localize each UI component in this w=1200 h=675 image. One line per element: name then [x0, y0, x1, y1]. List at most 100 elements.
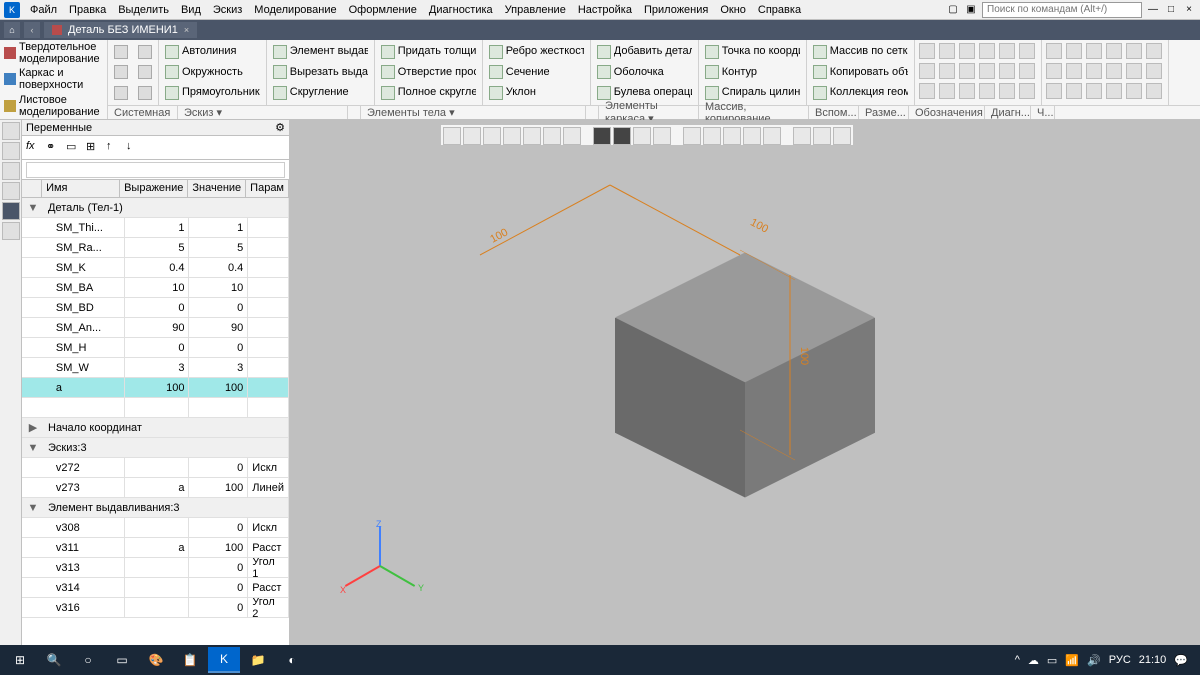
home-tab[interactable]: ⌂ [4, 22, 20, 38]
menu-item[interactable]: Управление [499, 2, 572, 18]
tab-close-icon[interactable]: × [184, 25, 189, 35]
ribbon-small-tool[interactable] [939, 43, 955, 59]
view-tool[interactable] [653, 127, 671, 145]
view-tool[interactable] [613, 127, 631, 145]
panel-gear-icon[interactable]: ⚙ [275, 121, 285, 134]
start-button[interactable]: ⊞ [4, 647, 36, 673]
view-tool[interactable] [833, 127, 851, 145]
ribbon-tool[interactable]: Контур [703, 62, 802, 82]
table-row[interactable]: v3160Угол 2 [22, 598, 289, 618]
table-group-row[interactable]: ▼Элемент выдавливания:3 [22, 498, 289, 518]
tray-notifications-icon[interactable]: 💬 [1174, 654, 1188, 667]
view-tool[interactable] [503, 127, 521, 145]
ribbon-small-tool[interactable] [1019, 63, 1035, 79]
ribbon-small-tool[interactable] [919, 63, 935, 79]
ribbon-icon-tool[interactable] [136, 42, 154, 62]
ribbon-group-label[interactable]: Элементы тела ▾ [361, 106, 586, 119]
ribbon-group-label[interactable] [348, 106, 361, 119]
ribbon-tool[interactable]: Скругление [271, 83, 370, 103]
ribbon-group-label[interactable] [586, 106, 599, 119]
ribbon-small-tool[interactable] [919, 43, 935, 59]
col-value[interactable]: Значение [188, 180, 246, 197]
ribbon-tool[interactable]: Вырезать выдавливанием [271, 62, 370, 82]
table-row[interactable]: v273a100Линей [22, 478, 289, 498]
ribbon-tool[interactable]: Коллекция геометрии [811, 83, 910, 103]
view-tool[interactable] [563, 127, 581, 145]
ribbon-icon-tool[interactable] [136, 83, 154, 103]
ribbon-small-tool[interactable] [1066, 83, 1082, 99]
ribbon-small-tool[interactable] [1046, 83, 1062, 99]
ribbon-small-tool[interactable] [999, 43, 1015, 59]
view-tool[interactable] [793, 127, 811, 145]
table-row[interactable]: SM_W33 [22, 358, 289, 378]
table-row[interactable]: SM_An...9090 [22, 318, 289, 338]
ribbon-small-tool[interactable] [1106, 43, 1122, 59]
taskbar-app[interactable]: 📁 [242, 647, 274, 673]
ribbon-small-tool[interactable] [1146, 83, 1162, 99]
up-icon[interactable]: ↑ [106, 140, 122, 156]
menu-item[interactable]: Диагностика [423, 2, 499, 18]
ribbon-small-tool[interactable] [1019, 43, 1035, 59]
view-tool[interactable] [743, 127, 761, 145]
ribbon-small-tool[interactable] [959, 63, 975, 79]
view-tool[interactable] [443, 127, 461, 145]
ribbon-small-tool[interactable] [1046, 63, 1062, 79]
ribbon-group-label[interactable]: Ч... [1031, 106, 1055, 119]
view-tool[interactable] [523, 127, 541, 145]
col-expr[interactable]: Выражение [120, 180, 188, 197]
ribbon-small-tool[interactable] [1146, 63, 1162, 79]
ribbon-group-label[interactable]: Элементы каркаса ▾ [599, 106, 699, 119]
ribbon-small-tool[interactable] [1066, 43, 1082, 59]
tray-battery-icon[interactable]: ▭ [1047, 654, 1057, 667]
ribbon-small-tool[interactable] [999, 63, 1015, 79]
view-tool[interactable] [633, 127, 651, 145]
view-tool[interactable] [483, 127, 501, 145]
tray-time[interactable]: 21:10 [1139, 654, 1167, 666]
fx-icon[interactable]: fx [26, 140, 42, 156]
sidebar-tool[interactable] [2, 142, 20, 160]
ribbon-group-label[interactable]: Разме... [859, 106, 909, 119]
ribbon-tool[interactable]: Оболочка [595, 62, 694, 82]
layout-icon-2[interactable]: ▣ [964, 3, 978, 17]
ribbon-icon-tool[interactable] [112, 62, 130, 82]
tray-cloud-icon[interactable]: ☁ [1028, 654, 1039, 667]
taskbar-app[interactable]: 📋 [174, 647, 206, 673]
ribbon-small-tool[interactable] [959, 43, 975, 59]
table-row[interactable]: SM_BD00 [22, 298, 289, 318]
menu-item[interactable]: Справка [752, 2, 807, 18]
document-tab[interactable]: Деталь БЕЗ ИМЕНИ1 × [44, 22, 197, 38]
ribbon-small-tool[interactable] [1126, 63, 1142, 79]
ribbon-group-label[interactable]: Эскиз ▾ [178, 106, 348, 119]
tray-lang[interactable]: РУС [1109, 654, 1131, 666]
prev-tab-icon[interactable]: ‹ [24, 22, 40, 38]
ribbon-small-tool[interactable] [1046, 43, 1062, 59]
down-icon[interactable]: ↓ [126, 140, 142, 156]
view-tool[interactable] [703, 127, 721, 145]
ribbon-tool[interactable]: Сечение [487, 62, 586, 82]
ribbon-small-tool[interactable] [1126, 83, 1142, 99]
ribbon-group-label[interactable]: Вспом... [809, 106, 859, 119]
view-tool[interactable] [763, 127, 781, 145]
sidebar-tool[interactable] [2, 162, 20, 180]
ribbon-category[interactable]: Каркас и поверхности [0, 66, 107, 92]
ribbon-small-tool[interactable] [959, 83, 975, 99]
link-icon[interactable]: ⚭ [46, 140, 62, 156]
view-tool[interactable] [683, 127, 701, 145]
maximize-button[interactable]: □ [1164, 3, 1178, 17]
ribbon-icon-tool[interactable] [112, 83, 130, 103]
view-tool[interactable] [543, 127, 561, 145]
taskbar-app-kompas[interactable]: K [208, 647, 240, 673]
ribbon-group-label[interactable]: Массив, копирование [699, 106, 809, 119]
ribbon-category[interactable]: Листовое моделирование [0, 93, 107, 119]
ribbon-tool[interactable]: Копировать объекты [811, 62, 910, 82]
ribbon-tool[interactable]: Элемент выдавливания [271, 42, 370, 62]
ribbon-small-tool[interactable] [1086, 43, 1102, 59]
sidebar-tool[interactable] [2, 122, 20, 140]
ribbon-category[interactable]: Твердотельное моделирование [0, 40, 107, 66]
ribbon-group-label[interactable]: Диагн... [985, 106, 1031, 119]
ribbon-tool[interactable]: Окружность [163, 62, 262, 82]
ribbon-icon-tool[interactable] [112, 42, 130, 62]
ribbon-tool[interactable]: Автолиния [163, 42, 262, 62]
table-row[interactable]: v3130Угол 1 [22, 558, 289, 578]
table-row[interactable]: SM_H00 [22, 338, 289, 358]
